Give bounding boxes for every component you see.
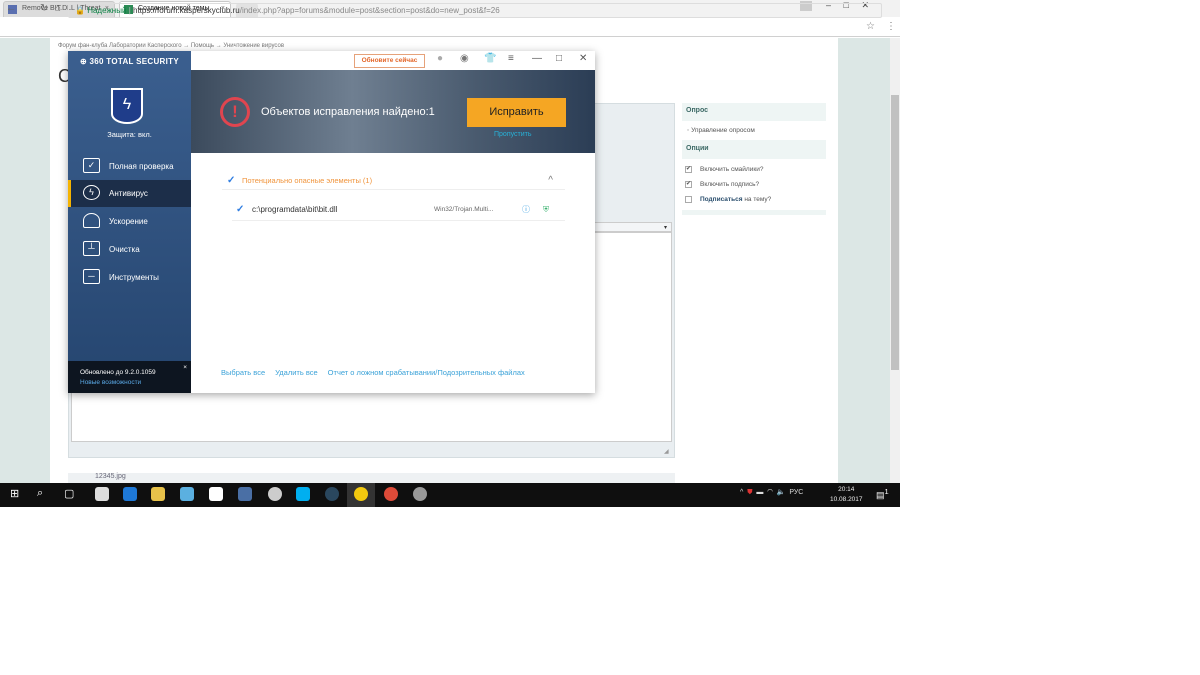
game-icon[interactable] bbox=[268, 487, 282, 501]
vk-icon[interactable] bbox=[238, 487, 252, 501]
monitor-check-icon: ✓ bbox=[83, 158, 100, 173]
checkbox-checked-icon[interactable]: ✓ bbox=[236, 200, 244, 220]
attachment-name: 12345.jpg bbox=[95, 473, 126, 480]
menu-speedup[interactable]: Ускорение bbox=[68, 208, 191, 235]
found-count: Объектов исправления найдено:1 bbox=[261, 106, 435, 118]
language-indicator[interactable]: РУС bbox=[789, 489, 803, 496]
menu-icon[interactable]: ≡ bbox=[508, 53, 514, 64]
broom-icon: ┴ bbox=[83, 241, 100, 256]
maximize-icon[interactable]: □ bbox=[556, 53, 562, 64]
alert-icon: ! bbox=[220, 97, 250, 127]
info-icon[interactable]: ⓘ bbox=[522, 200, 530, 220]
steam-icon[interactable] bbox=[325, 487, 339, 501]
store-icon[interactable] bbox=[95, 487, 109, 501]
rocket-icon bbox=[83, 213, 100, 228]
home-icon[interactable]: ⌂ bbox=[55, 3, 61, 14]
update-now-button[interactable]: Обновите сейчас bbox=[354, 54, 425, 68]
options-header: Опции bbox=[686, 145, 709, 152]
windows-start-icon[interactable]: ⊞ bbox=[10, 487, 19, 500]
app-logo: ⊕ 360 TOTAL SECURITY bbox=[80, 57, 179, 66]
toolbox-icon: ─ bbox=[83, 269, 100, 284]
medal-icon[interactable]: ● bbox=[437, 53, 443, 64]
skype-icon[interactable] bbox=[296, 487, 310, 501]
menu-full-scan[interactable]: ✓ Полная проверка bbox=[68, 153, 191, 180]
new-features-link[interactable]: Новые возможности bbox=[80, 379, 141, 386]
shirt-icon[interactable]: 👕 bbox=[484, 53, 496, 64]
update-notice: Обновлено до 9.2.0.1059 Новые возможности… bbox=[68, 361, 191, 393]
clock[interactable]: 20:14 10.08.2017 bbox=[830, 485, 863, 505]
google-icon[interactable] bbox=[209, 487, 223, 501]
checkbox-checked-icon[interactable]: ✓ bbox=[227, 172, 235, 190]
scroll-down-icon[interactable]: ▾ bbox=[664, 224, 667, 231]
reload-icon[interactable]: ↻ bbox=[40, 3, 48, 14]
app-icon[interactable] bbox=[180, 487, 194, 501]
protection-status: Защита: вкл. bbox=[107, 130, 152, 139]
scrollbar-thumb[interactable] bbox=[891, 95, 899, 370]
explorer-icon[interactable] bbox=[151, 487, 165, 501]
select-all-link[interactable]: Выбрать все bbox=[221, 368, 265, 377]
menu-antivirus[interactable]: ϟ Антивирус bbox=[68, 180, 191, 207]
poll-header: Опрос bbox=[686, 107, 709, 114]
address-bar-area bbox=[0, 17, 900, 37]
enable-smilies-checkbox[interactable]: ✔ Включить смайлики? bbox=[685, 166, 763, 173]
url-path: /index.php?app=forums&module=post&sectio… bbox=[239, 6, 500, 15]
system-tray[interactable]: ^ ⛊ ▬ ◠ 🔈 РУС bbox=[740, 488, 803, 497]
minimize-icon[interactable]: — bbox=[532, 53, 542, 64]
resize-handle-icon[interactable]: ◢ bbox=[664, 448, 669, 455]
user-icon[interactable]: ◉ bbox=[460, 53, 469, 64]
close-icon[interactable]: ✕ bbox=[579, 53, 587, 64]
lock-icon: 🔒 bbox=[75, 6, 85, 15]
forward-icon[interactable]: → bbox=[23, 3, 33, 14]
bottom-links: Выбрать все Удалить все Отчет о ложном сра… bbox=[221, 368, 535, 377]
chevron-up-icon[interactable]: ^ bbox=[548, 172, 553, 190]
search-icon[interactable]: ⌕ bbox=[37, 487, 43, 500]
chrome-icon[interactable] bbox=[384, 487, 398, 501]
menu-icon[interactable]: ⋮ bbox=[886, 21, 896, 32]
manage-poll-link[interactable]: ▫ Управление опросом bbox=[687, 127, 755, 134]
trust-icon[interactable]: ⛨ bbox=[543, 200, 549, 220]
app-icon[interactable] bbox=[413, 487, 427, 501]
threat-group-header[interactable]: ✓ Потенциально опасные элементы (1) ^ bbox=[222, 172, 565, 190]
skip-link[interactable]: Пропустить bbox=[494, 131, 532, 138]
back-icon[interactable]: ← bbox=[6, 3, 16, 14]
fix-button[interactable]: Исправить bbox=[467, 98, 566, 127]
false-positive-report-link[interactable]: Отчет о ложном срабатывании/Подозрительн… bbox=[328, 368, 525, 377]
menu-tools[interactable]: ─ Инструменты bbox=[68, 264, 191, 291]
attachment-row[interactable]: 12345.jpg bbox=[68, 473, 675, 483]
threat-path: c:\programdata\bit\bit.dll bbox=[252, 205, 338, 214]
secure-label: Надежный bbox=[87, 6, 127, 15]
subscribe-checkbox[interactable]: Подписаться на тему? bbox=[685, 196, 771, 203]
url-host: https://forum.kasperskyclub.ru bbox=[133, 6, 240, 15]
threat-name: Win32/Trojan.Multi... bbox=[434, 206, 494, 213]
task-view-icon[interactable]: ▢ bbox=[64, 487, 74, 500]
notifications-icon[interactable]: ▤1 bbox=[876, 487, 889, 501]
edge-icon[interactable] bbox=[123, 487, 137, 501]
threat-row[interactable]: ✓ c:\programdata\bit\bit.dll Win32/Trojan.… bbox=[232, 200, 565, 221]
delete-all-link[interactable]: Удалить все bbox=[275, 368, 318, 377]
update-version: Обновлено до 9.2.0.1059 bbox=[80, 369, 156, 376]
enable-signature-checkbox[interactable]: ✔ Включить подпись? bbox=[685, 181, 759, 188]
breadcrumb[interactable]: Форум фан-клуба Лаборатории Касперского … bbox=[58, 43, 284, 49]
menu-cleanup[interactable]: ┴ Очистка bbox=[68, 236, 191, 263]
bookmark-star-icon[interactable]: ☆ bbox=[866, 21, 875, 32]
antivirus-icon: ϟ bbox=[83, 185, 100, 200]
360-security-icon[interactable] bbox=[354, 487, 368, 501]
shield-icon[interactable]: ϟ bbox=[111, 88, 143, 124]
close-icon[interactable]: × bbox=[183, 363, 187, 373]
url-input[interactable]: 🔒 Надежный | https://forum.kasperskyclub… bbox=[68, 3, 882, 18]
